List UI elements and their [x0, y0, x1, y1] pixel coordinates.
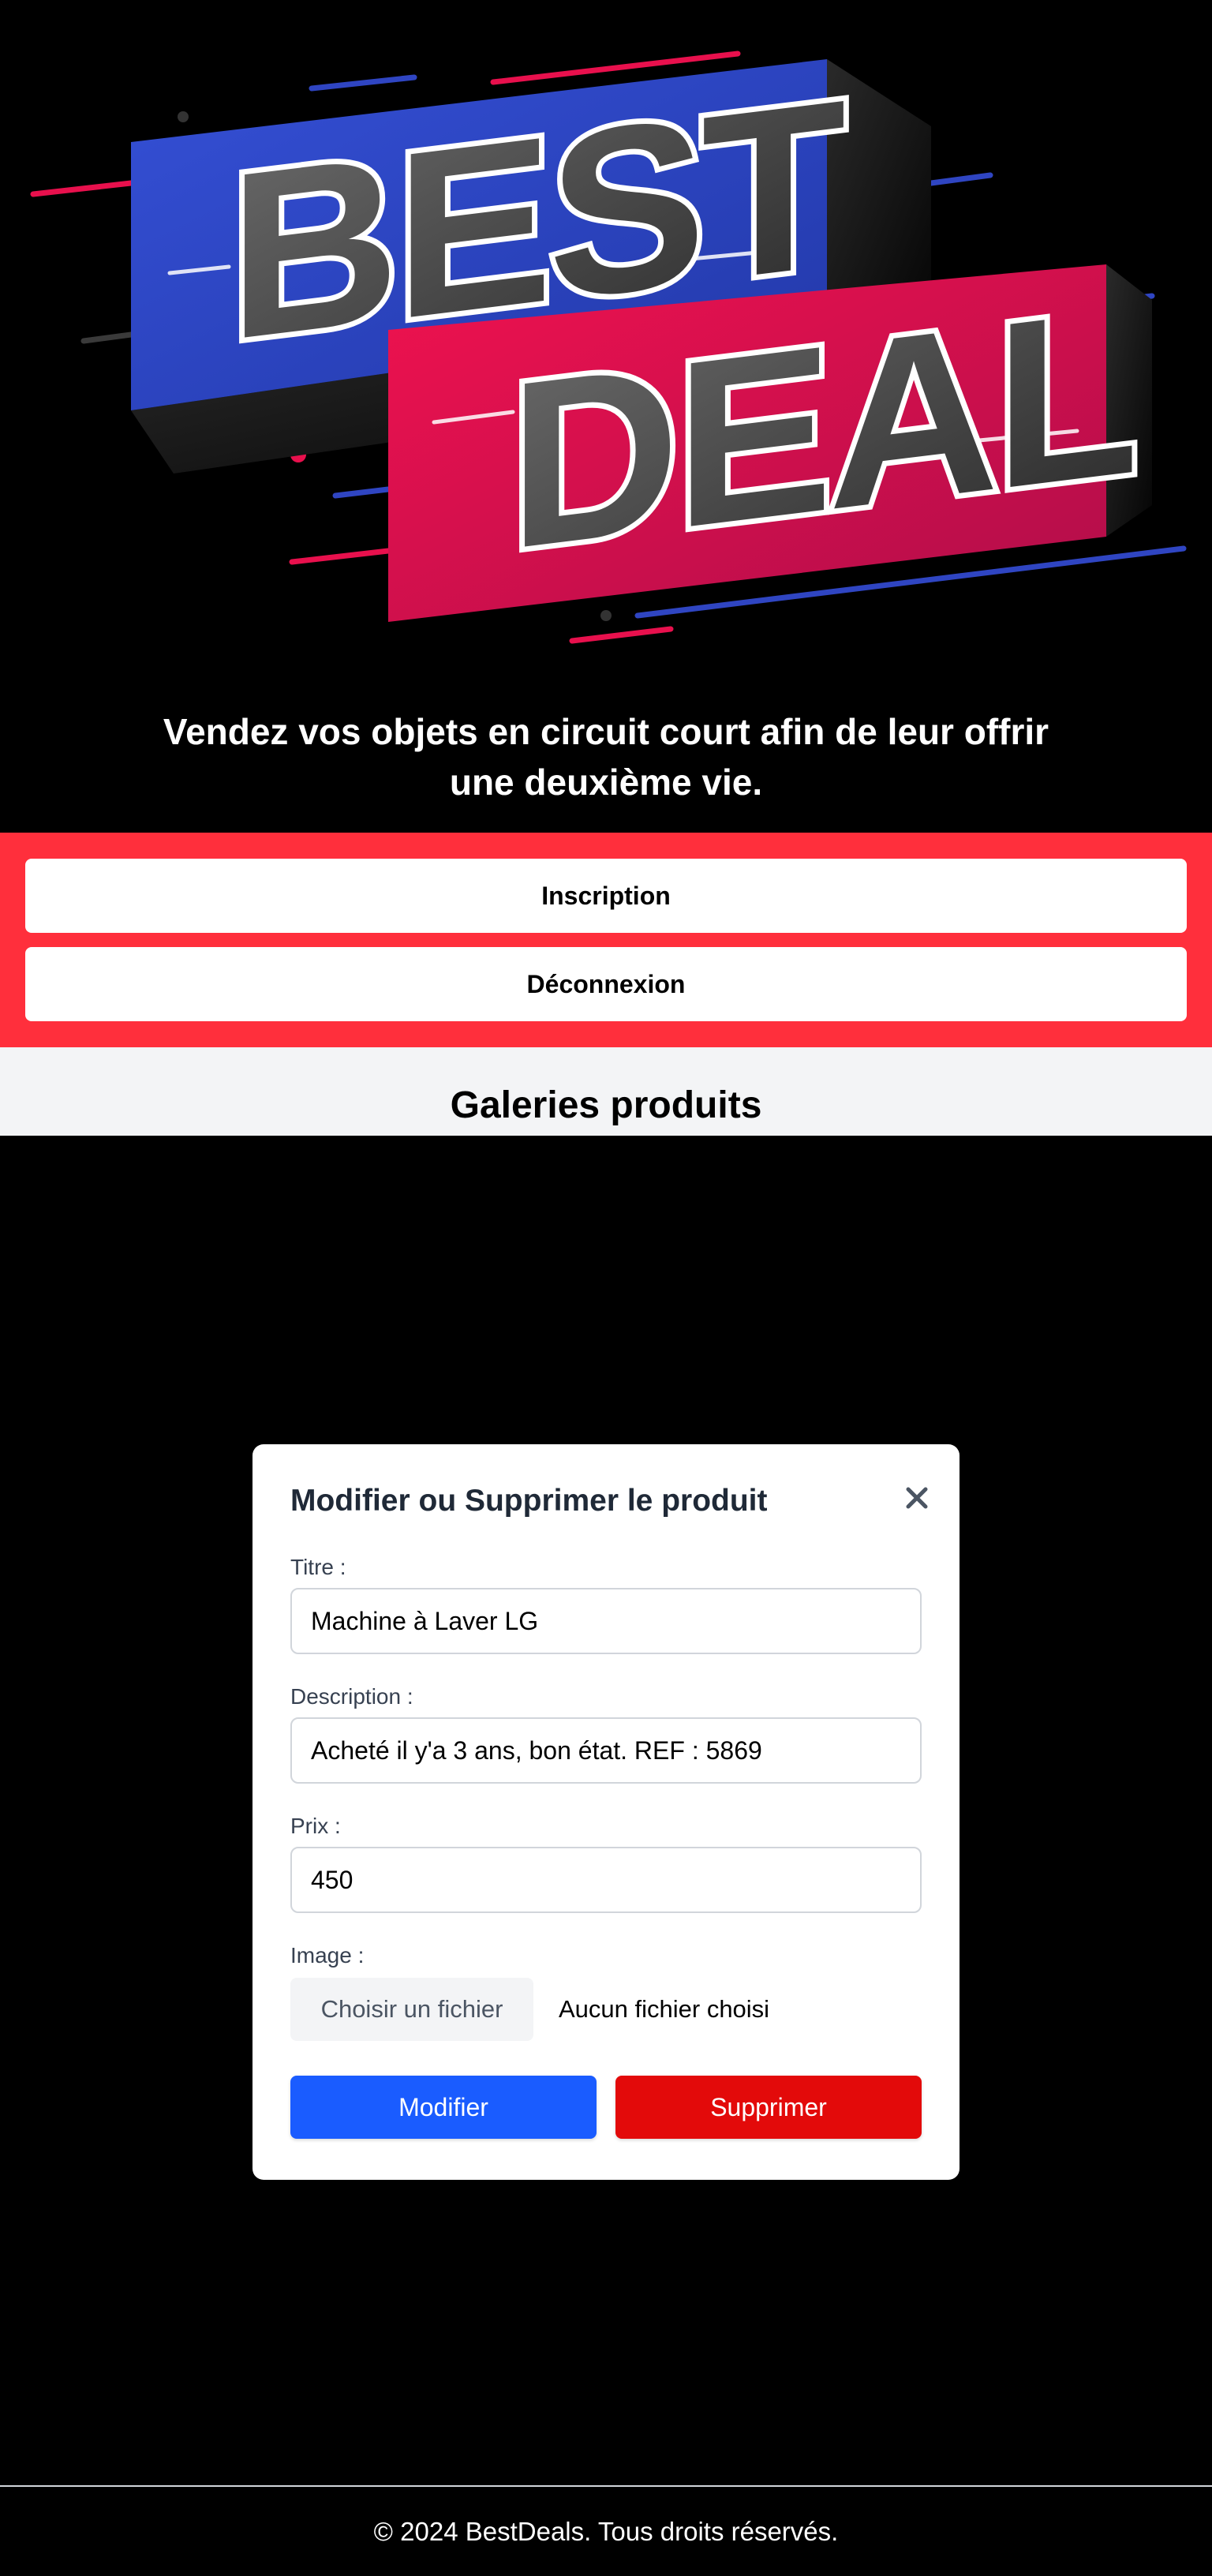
title-label: Titre :: [290, 1555, 346, 1579]
signup-button[interactable]: Inscription: [25, 859, 1187, 933]
file-status-text: Aucun fichier choisi: [559, 1995, 770, 2023]
price-input[interactable]: 450: [290, 1847, 922, 1913]
tagline-line-2: une deuxième vie.: [449, 762, 763, 803]
gallery-header: Galeries produits: [0, 1047, 1212, 1136]
price-label: Prix :: [290, 1814, 341, 1838]
modal-title: Modifier ou Supprimer le produit: [290, 1484, 768, 1518]
edit-button[interactable]: Modifier: [290, 2076, 597, 2139]
edit-product-modal: Modifier ou Supprimer le produit Titre :…: [252, 1444, 960, 2180]
gallery-title: Galeries produits: [450, 1084, 762, 1126]
hero-banner: BEST DEAL Vendez vos objets en circuit c…: [0, 0, 1212, 833]
logout-button[interactable]: Déconnexion: [25, 947, 1187, 1021]
description-input[interactable]: Acheté il y'a 3 ans, bon état. REF : 586…: [290, 1717, 922, 1784]
copyright-text: © 2024 BestDeals. Tous droits réservés.: [373, 2516, 839, 2546]
image-label: Image :: [290, 1943, 365, 1968]
best-deal-logo: BEST DEAL: [30, 43, 1187, 644]
footer: © 2024 BestDeals. Tous droits réservés.: [0, 2487, 1212, 2576]
auth-bar: Inscription Déconnexion: [0, 833, 1212, 1047]
hero-tagline: Vendez vos objets en circuit court afin …: [0, 706, 1212, 807]
tagline-line-1: Vendez vos objets en circuit court afin …: [163, 711, 1049, 752]
description-label: Description :: [290, 1684, 413, 1709]
choose-file-button[interactable]: Choisir un fichier: [290, 1978, 533, 2041]
delete-button[interactable]: Supprimer: [615, 2076, 922, 2139]
close-icon[interactable]: [901, 1482, 933, 1514]
title-input[interactable]: Machine à Laver LG: [290, 1588, 922, 1654]
